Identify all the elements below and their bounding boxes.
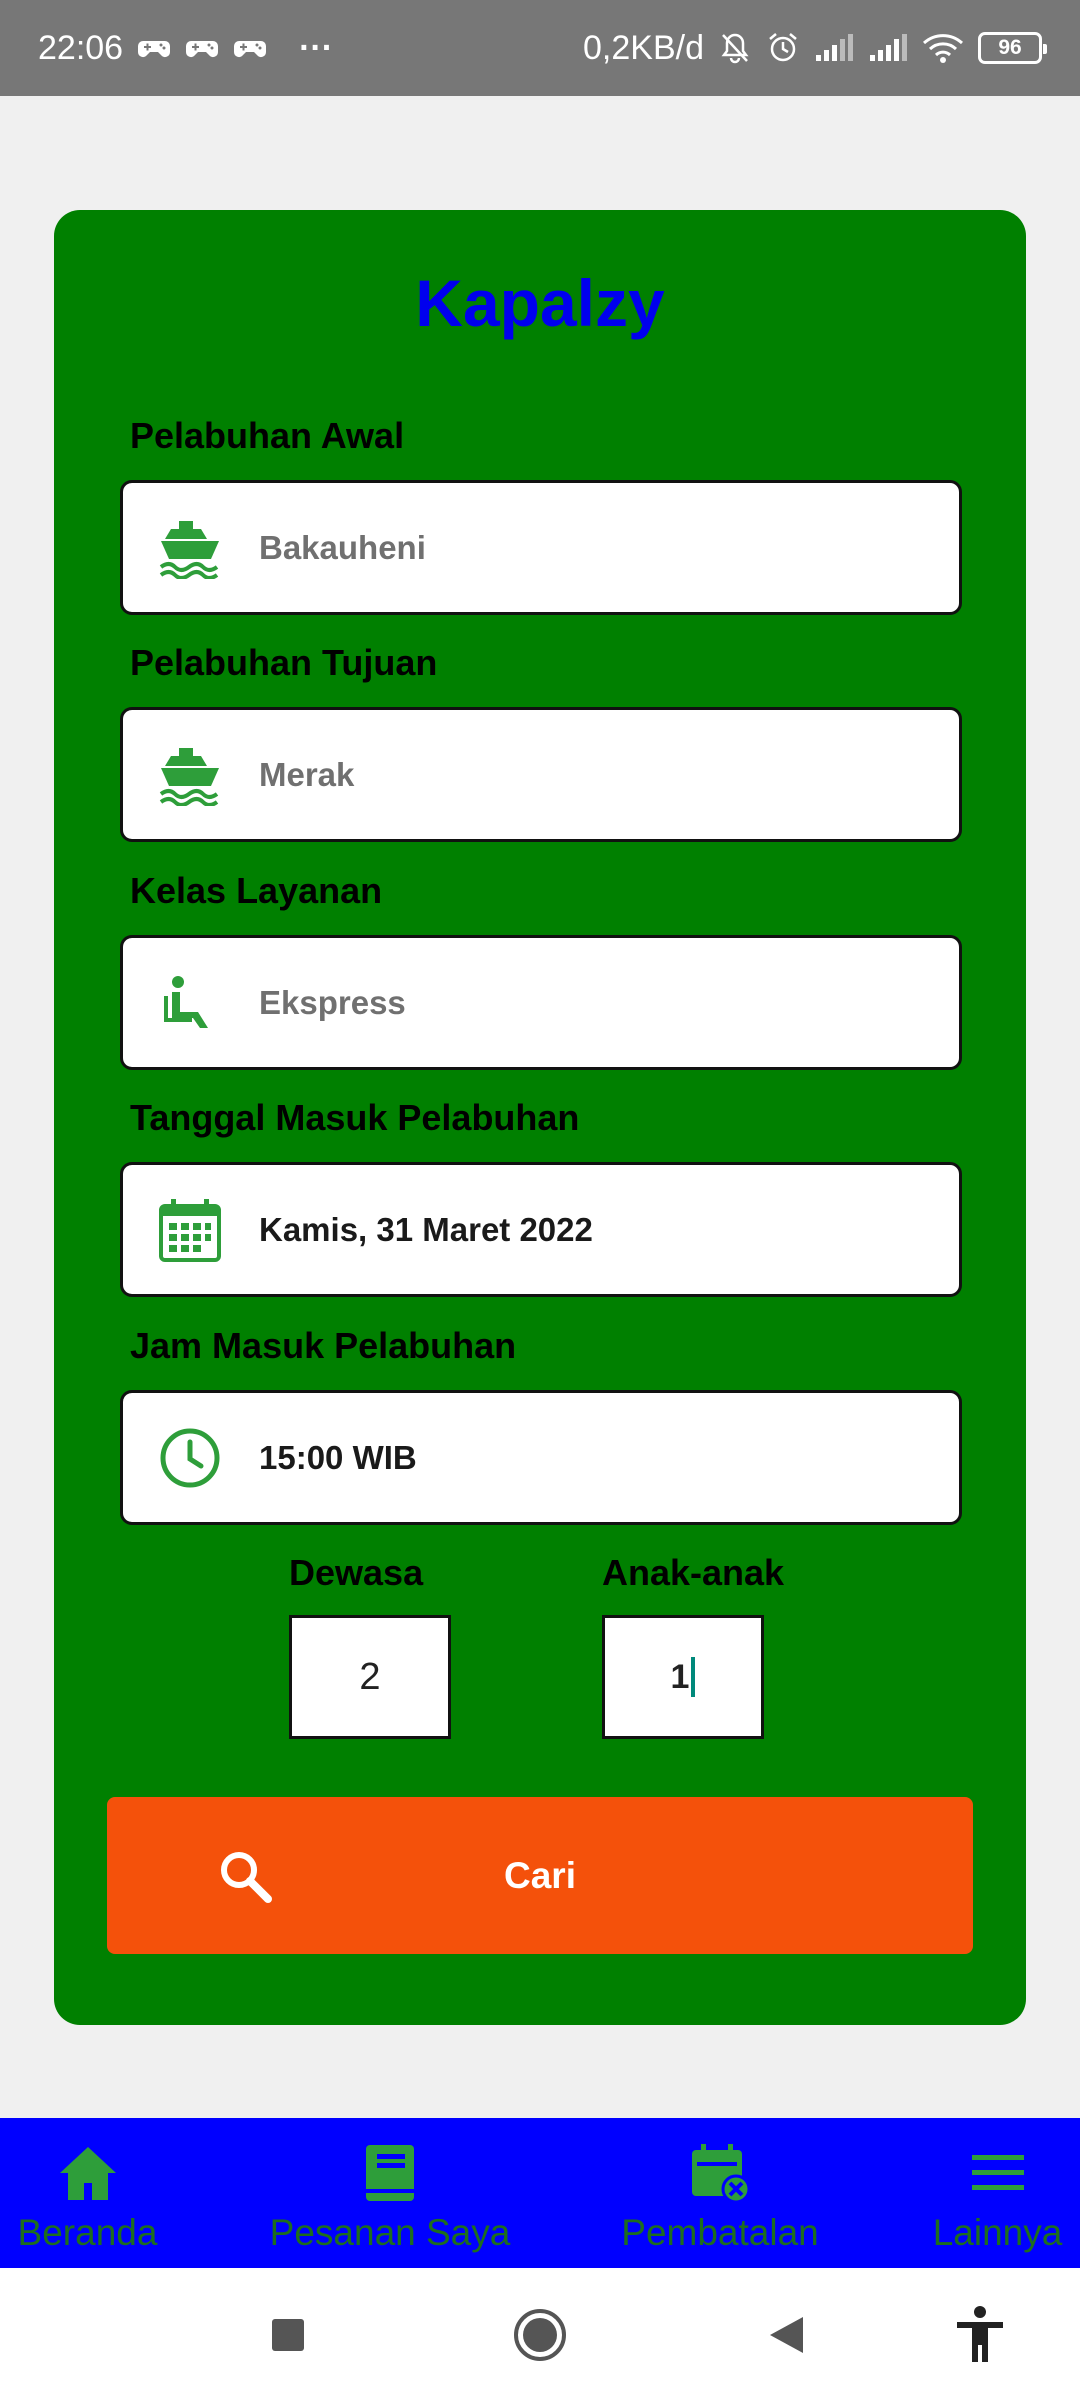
square-icon [272, 2319, 304, 2351]
destination-value: Merak [259, 755, 355, 793]
circle-icon [514, 2309, 566, 2361]
date-value: Kamis, 31 Maret 2022 [259, 1210, 593, 1248]
search-button[interactable]: Cari [107, 1797, 973, 1954]
game-controller-icon [233, 33, 267, 63]
adults-input[interactable]: 2 [289, 1615, 451, 1739]
menu-icon [965, 2140, 1031, 2206]
nav-label-lainnya: Lainnya [932, 2212, 1063, 2253]
ship-icon [155, 740, 225, 810]
destination-field[interactable]: Merak [120, 707, 962, 842]
children-label: Anak-anak [602, 1552, 785, 1593]
nav-item-pesanan-saya[interactable]: Pesanan Saya [250, 2118, 530, 2268]
back-triangle-icon [770, 2317, 803, 2353]
mute-bell-icon [718, 31, 752, 65]
clock-icon [155, 1423, 225, 1493]
book-icon [357, 2140, 423, 2206]
nav-item-pembatalan[interactable]: Pembatalan [610, 2118, 830, 2268]
status-right: 0,2KB/d 96 [583, 28, 1047, 68]
nav-label-pembatalan: Pembatalan [621, 2212, 819, 2253]
ship-icon [155, 513, 225, 583]
status-bar: 22:06 ··· 0,2KB/d 96 [0, 0, 1080, 96]
system-nav-bar [0, 2268, 1080, 2400]
data-rate: 0,2KB/d [583, 28, 704, 67]
battery-level: 96 [998, 36, 1022, 59]
search-icon [215, 1846, 275, 1906]
alarm-icon [766, 31, 800, 65]
game-controller-icon [185, 33, 219, 63]
accessibility-button[interactable] [945, 2300, 1015, 2370]
back-button[interactable] [752, 2300, 822, 2370]
nav-label-pesanan-saya: Pesanan Saya [269, 2212, 511, 2253]
nav-label-beranda: Beranda [17, 2212, 158, 2253]
service-class-label: Kelas Layanan [130, 870, 383, 911]
calendar-cancel-icon [687, 2140, 753, 2206]
children-input[interactable]: 1 [602, 1615, 764, 1739]
time-value: 15:00 WIB [259, 1438, 417, 1476]
adults-label: Dewasa [289, 1552, 424, 1593]
children-value: 1 [670, 1657, 690, 1696]
origin-label: Pelabuhan Awal [130, 415, 405, 456]
destination-label: Pelabuhan Tujuan [130, 642, 438, 683]
nav-item-lainnya[interactable]: Lainnya [920, 2118, 1075, 2268]
status-time: 22:06 [38, 28, 124, 67]
time-label: Jam Masuk Pelabuhan [130, 1325, 517, 1366]
origin-value: Bakauheni [259, 528, 426, 566]
accessibility-icon [957, 2306, 1003, 2362]
search-card: Kapalzy Pelabuhan Awal Bakauheni Pelabuh… [54, 210, 1026, 2025]
nav-item-beranda[interactable]: Beranda [0, 2118, 175, 2268]
signal-icon [868, 33, 908, 63]
wifi-icon [922, 32, 964, 64]
more-notifications-icon: ··· [299, 28, 334, 67]
home-system-button[interactable] [505, 2300, 575, 2370]
home-icon [55, 2140, 121, 2206]
status-left: 22:06 ··· [38, 29, 333, 68]
service-class-value: Ekspress [259, 983, 406, 1021]
time-field[interactable]: 15:00 WIB [120, 1390, 962, 1525]
recent-apps-button[interactable] [253, 2300, 323, 2370]
service-class-field[interactable]: Ekspress [120, 935, 962, 1070]
calendar-icon [155, 1195, 225, 1265]
date-label: Tanggal Masuk Pelabuhan [130, 1097, 580, 1138]
date-field[interactable]: Kamis, 31 Maret 2022 [120, 1162, 962, 1297]
battery-icon: 96 [978, 32, 1047, 64]
signal-icon [814, 33, 854, 63]
game-controller-icon [137, 33, 171, 63]
origin-field[interactable]: Bakauheni [120, 480, 962, 615]
text-caret [691, 1657, 696, 1697]
bottom-nav: Beranda Pesanan Saya Pembatalan Lainnya [0, 2118, 1080, 2268]
seat-icon [155, 968, 225, 1038]
adults-value: 2 [359, 1655, 381, 1698]
app-title: Kapalzy [415, 266, 665, 340]
